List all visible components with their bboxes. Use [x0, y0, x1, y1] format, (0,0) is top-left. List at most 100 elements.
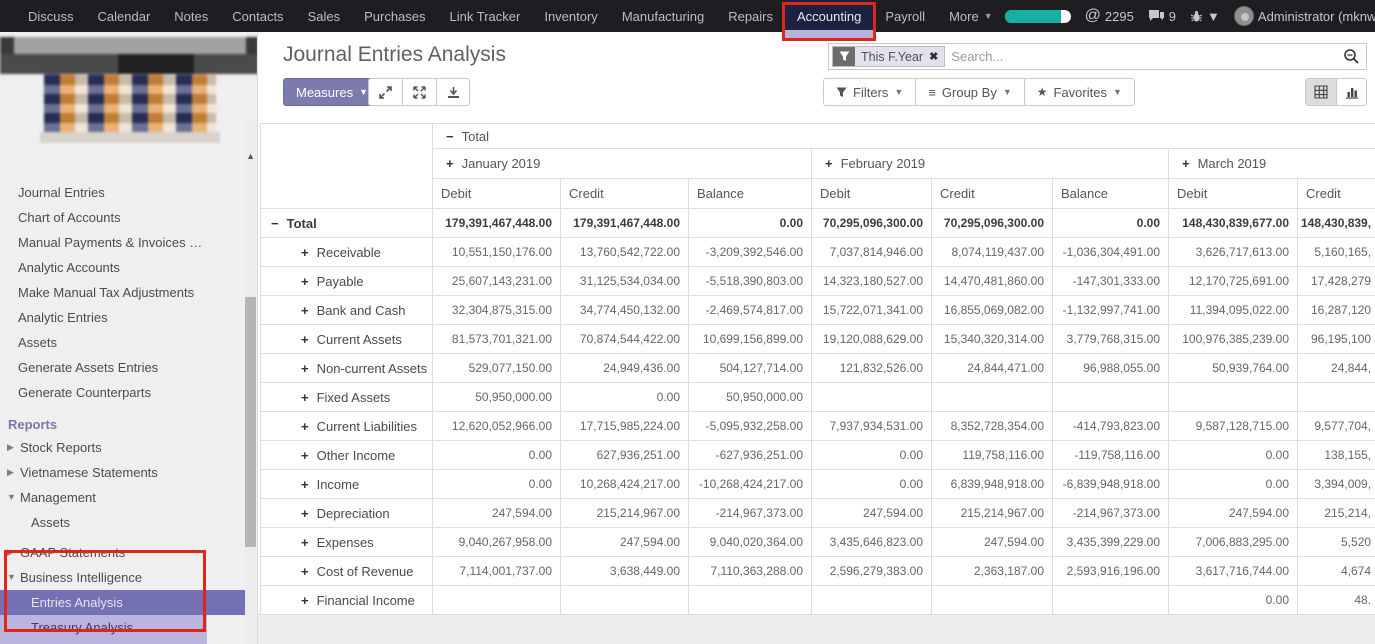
topbar-menu-sales[interactable]: Sales	[296, 0, 353, 32]
sidebar-item-manual-payments-invoices[interactable]: Manual Payments & Invoices …	[0, 230, 258, 255]
graph-view-button[interactable]	[1336, 78, 1367, 106]
sidebar-item-entries-analysis[interactable]: Entries Analysis	[0, 590, 245, 615]
messages-counter[interactable]: 9	[1148, 9, 1176, 24]
expand-icon[interactable]: +	[1182, 156, 1190, 171]
pivot-measure-march-2019-debit[interactable]: Debit	[1169, 179, 1298, 209]
pivot-row-header-depreciation[interactable]: +Depreciation	[261, 499, 433, 528]
topbar-menu-link-tracker[interactable]: Link Tracker	[438, 0, 533, 32]
expand-icon[interactable]: +	[446, 156, 454, 171]
pivot-measure-january-2019-debit[interactable]: Debit	[433, 179, 561, 209]
mention-counter[interactable]: @ 2295	[1085, 7, 1134, 25]
expand-icon[interactable]: +	[301, 506, 309, 521]
expand-icon[interactable]: +	[301, 564, 309, 579]
pivot-cell: 0.00	[561, 383, 689, 412]
pivot-cell: -214,967,373.00	[689, 499, 812, 528]
pivot-row-header-other-income[interactable]: +Other Income	[261, 441, 433, 470]
sidebar-item-analytic-accounts[interactable]: Analytic Accounts	[0, 255, 258, 280]
debug-menu[interactable]: ▼	[1190, 9, 1220, 24]
expand-icon[interactable]: +	[301, 593, 309, 608]
measures-button[interactable]: Measures ▼	[283, 78, 381, 106]
pivot-row-header-non-current-assets[interactable]: +Non-current Assets	[261, 354, 433, 383]
topbar-menu-discuss[interactable]: Discuss	[16, 0, 86, 32]
pivot-row-header-total[interactable]: −Total	[261, 209, 433, 238]
search-icon[interactable]	[1343, 48, 1360, 65]
expand-icon[interactable]: +	[301, 274, 309, 289]
topbar-menu-repairs[interactable]: Repairs	[716, 0, 785, 32]
topbar-menu-notes[interactable]: Notes	[162, 0, 220, 32]
topbar-menu-payroll[interactable]: Payroll	[873, 0, 937, 32]
pivot-row-header-expenses[interactable]: +Expenses	[261, 528, 433, 557]
expand-icon[interactable]: +	[301, 448, 309, 463]
pivot-row-header-bank-and-cash[interactable]: +Bank and Cash	[261, 296, 433, 325]
pivot-row-header-current-assets[interactable]: +Current Assets	[261, 325, 433, 354]
topbar-menu-inventory[interactable]: Inventory	[532, 0, 609, 32]
sidebar-item-journal-entries[interactable]: Journal Entries	[0, 180, 258, 205]
expand-all-button[interactable]	[368, 78, 402, 106]
pivot-measure-january-2019-credit[interactable]: Credit	[561, 179, 689, 209]
sidebar-item-make-manual-tax-adjustments[interactable]: Make Manual Tax Adjustments	[0, 280, 258, 305]
pivot-cell: 2,596,279,383.00	[812, 557, 932, 586]
topbar-menu-more[interactable]: More▼	[937, 0, 1005, 32]
expand-icon[interactable]: +	[301, 303, 309, 318]
sidebar-item-generate-counterparts[interactable]: Generate Counterparts	[0, 380, 258, 405]
collapse-icon[interactable]: −	[271, 216, 279, 231]
sidebar-item-analytic-entries[interactable]: Analytic Entries	[0, 305, 258, 330]
sidebar-item-management[interactable]: ▼Management	[0, 485, 258, 510]
sidebar-item-stock-reports[interactable]: ▶Stock Reports	[0, 435, 258, 460]
pivot-row-header-financial-income[interactable]: +Financial Income	[261, 586, 433, 615]
pivot-colgroup-march-2019[interactable]: +March 2019	[1169, 149, 1375, 179]
pivot-row-header-fixed-assets[interactable]: +Fixed Assets	[261, 383, 433, 412]
sidebar-item-business-intelligence[interactable]: ▼Business Intelligence	[0, 565, 258, 590]
pivot-row-header-cost-of-revenue[interactable]: +Cost of Revenue	[261, 557, 433, 586]
expand-icon[interactable]: +	[301, 390, 309, 405]
search-input[interactable]	[951, 49, 1343, 64]
expand-icon[interactable]: +	[301, 332, 309, 347]
sidebar-item-gaap-statements[interactable]: ▶GAAP Statements	[0, 540, 258, 565]
pivot-row-header-payable[interactable]: +Payable	[261, 267, 433, 296]
pivot-measure-january-2019-balance[interactable]: Balance	[689, 179, 812, 209]
facet-remove-icon[interactable]: ✖	[929, 50, 938, 63]
expand-icon[interactable]: +	[301, 361, 309, 376]
filters-button[interactable]: Filters ▼	[823, 78, 915, 106]
flip-axis-button[interactable]	[402, 78, 436, 106]
pivot-colgroup-february-2019[interactable]: +February 2019	[812, 149, 1169, 179]
download-button[interactable]	[436, 78, 470, 106]
expand-icon[interactable]: +	[825, 156, 833, 171]
favorites-button[interactable]: ★ Favorites ▼	[1024, 78, 1135, 106]
colgroup-label: January 2019	[462, 156, 541, 171]
sidebar-item-analytic-entries-analysis[interactable]: Analytic Entries Analysis	[0, 640, 207, 644]
sidebar-item-assets[interactable]: Assets	[0, 510, 258, 535]
topbar-menu-purchases[interactable]: Purchases	[352, 0, 437, 32]
pivot-cell: -119,758,116.00	[1053, 441, 1169, 470]
sidebar-item-chart-of-accounts[interactable]: Chart of Accounts	[0, 205, 258, 230]
scroll-up-icon[interactable]: ▲	[246, 151, 255, 161]
topbar-menu-accounting[interactable]: Accounting	[785, 0, 873, 32]
sidebar-item-treasury-analysis[interactable]: Treasury Analysis	[0, 615, 207, 640]
sidebar-scrollbar-thumb[interactable]	[245, 297, 256, 547]
expand-icon[interactable]: +	[301, 477, 309, 492]
topbar-menu-contacts[interactable]: Contacts	[220, 0, 295, 32]
sidebar-item-assets[interactable]: Assets	[0, 330, 258, 355]
user-menu[interactable]: Administrator (mknwyp... ▼	[1234, 6, 1375, 26]
collapse-icon[interactable]: −	[446, 129, 454, 144]
pivot-measure-march-2019-credit[interactable]: Credit	[1298, 179, 1375, 209]
topbar-menu-calendar[interactable]: Calendar	[86, 0, 163, 32]
expand-icon[interactable]: +	[301, 419, 309, 434]
expand-icon[interactable]: +	[301, 535, 309, 550]
pivot-row-header-current-liabilities[interactable]: +Current Liabilities	[261, 412, 433, 441]
sidebar-item-vietnamese-statements[interactable]: ▶Vietnamese Statements	[0, 460, 258, 485]
pivot-colgroup-total[interactable]: −Total	[433, 124, 1375, 149]
group-by-button[interactable]: ≡ Group By ▼	[915, 78, 1023, 106]
pivot-row-header-receivable[interactable]: +Receivable	[261, 238, 433, 267]
pivot-measure-february-2019-balance[interactable]: Balance	[1053, 179, 1169, 209]
pivot-colgroup-january-2019[interactable]: + January 2019	[433, 149, 812, 179]
pivot-measure-february-2019-debit[interactable]: Debit	[812, 179, 932, 209]
topbar-menu-manufacturing[interactable]: Manufacturing	[610, 0, 716, 32]
pivot-view-button[interactable]	[1305, 78, 1336, 106]
pivot-cell: 0.00	[812, 441, 932, 470]
sidebar-item-generate-assets-entries[interactable]: Generate Assets Entries	[0, 355, 258, 380]
pivot-row-header-income[interactable]: +Income	[261, 470, 433, 499]
pivot-cell: 0.00	[1169, 586, 1298, 615]
pivot-measure-february-2019-credit[interactable]: Credit	[932, 179, 1053, 209]
expand-icon[interactable]: +	[301, 245, 309, 260]
